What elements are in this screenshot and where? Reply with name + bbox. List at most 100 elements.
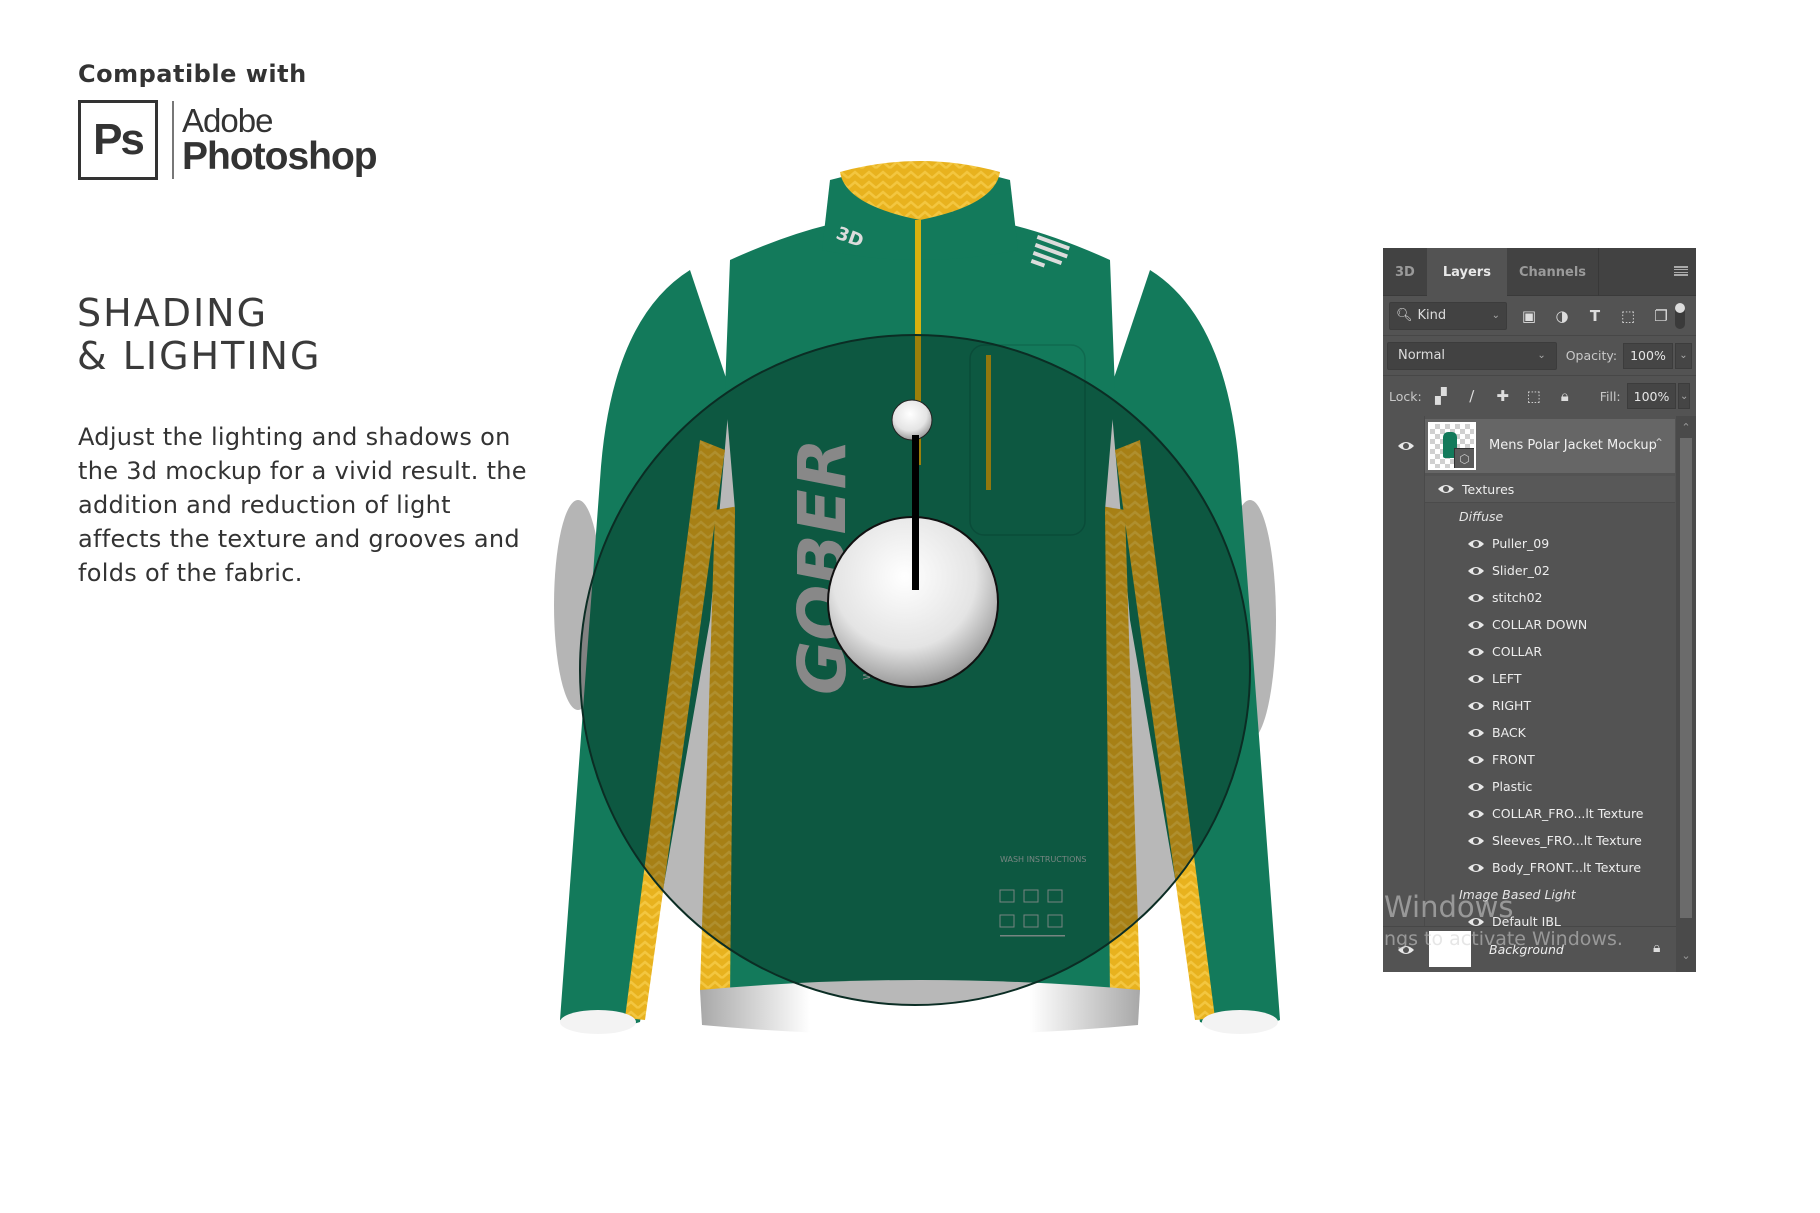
- opacity-input[interactable]: 100%: [1623, 342, 1673, 369]
- layer-list: ⬡ Mens Polar Jacket Mockup ⌃ Textures Di…: [1383, 416, 1696, 972]
- texture-row[interactable]: COLLAR DOWN: [1425, 611, 1675, 638]
- lock-paint-brush-icon[interactable]: ∕: [1463, 387, 1481, 405]
- fill-label: Fill:: [1599, 388, 1621, 404]
- jacket-render: GOBER WWW.GOBERWOO.COM 3D WASH INSTRUCTI…: [554, 161, 1280, 1035]
- visibility-eye-icon[interactable]: [1467, 727, 1485, 739]
- texture-row[interactable]: COLLAR_FRO...lt Texture: [1425, 800, 1675, 827]
- pixel-layer-filter-icon[interactable]: ▣: [1519, 306, 1539, 326]
- tab-layers[interactable]: Layers: [1426, 248, 1507, 296]
- filter-kind-dropdown[interactable]: 🔍︎ Kind ⌄: [1389, 301, 1507, 330]
- opacity-label: Opacity:: [1565, 348, 1618, 363]
- texture-row[interactable]: FRONT: [1425, 746, 1675, 773]
- visibility-eye-icon[interactable]: [1467, 700, 1485, 712]
- layer-list-scrollbar[interactable]: ⌃ ⌄: [1676, 416, 1696, 972]
- panel-menu-icon[interactable]: [1674, 266, 1688, 276]
- shape-layer-filter-icon[interactable]: ⬚: [1618, 306, 1638, 326]
- visibility-eye-icon[interactable]: [1467, 592, 1485, 604]
- tab-3d[interactable]: 3D: [1383, 248, 1427, 296]
- texture-row[interactable]: Puller_09: [1425, 530, 1675, 557]
- background-thumbnail[interactable]: [1429, 931, 1471, 967]
- lock-row: Lock: ▞ ∕ ✚ ⬚ 🔒︎ Fill: 100% ⌄: [1383, 376, 1696, 416]
- tab-channels[interactable]: Channels: [1507, 248, 1600, 296]
- texture-row[interactable]: Sleeves_FRO...lt Texture: [1425, 827, 1675, 854]
- section-heading: SHADING & LIGHTING: [77, 292, 321, 378]
- logo-divider: [172, 101, 174, 179]
- ps-logo-word-photoshop: Photoshop: [182, 135, 378, 178]
- blend-row: Normal ⌄ Opacity: 100% ⌄: [1383, 336, 1696, 376]
- layer-row-background[interactable]: Background 🔒︎: [1383, 926, 1676, 972]
- visibility-eye-icon[interactable]: [1467, 565, 1485, 577]
- visibility-eye-icon[interactable]: [1467, 835, 1485, 847]
- visibility-eye-icon[interactable]: [1437, 483, 1455, 495]
- layer-row-3d[interactable]: ⬡ Mens Polar Jacket Mockup ⌃: [1383, 416, 1696, 476]
- visibility-eye-icon[interactable]: [1467, 673, 1485, 685]
- texture-name: COLLAR: [1492, 644, 1543, 659]
- textures-label: Textures: [1462, 481, 1515, 497]
- texture-name: BACK: [1492, 725, 1526, 740]
- blend-mode-value: Normal: [1398, 348, 1446, 363]
- adjustment-layer-filter-icon[interactable]: ◑: [1552, 306, 1572, 326]
- lock-position-move-icon[interactable]: ✚: [1494, 387, 1512, 405]
- visibility-eye-icon[interactable]: [1467, 538, 1485, 550]
- light-handle-knob[interactable]: [891, 399, 933, 441]
- texture-name: RIGHT: [1492, 698, 1532, 713]
- fill-input[interactable]: 100%: [1626, 383, 1677, 409]
- visibility-eye-icon[interactable]: [1397, 944, 1415, 956]
- heading-line-1: SHADING: [77, 291, 269, 335]
- visibility-eye-icon[interactable]: [1467, 781, 1485, 793]
- visibility-eye-icon[interactable]: [1467, 646, 1485, 658]
- textures-row[interactable]: Textures: [1425, 476, 1675, 503]
- jacket-mockup-viewport[interactable]: GOBER WWW.GOBERWOO.COM 3D WASH INSTRUCTI…: [540, 150, 1300, 1050]
- texture-row[interactable]: Body_FRONT...lt Texture: [1425, 854, 1675, 881]
- photoshop-logo: Ps Adobe Photoshop: [78, 100, 378, 180]
- left-cuff: [560, 1010, 636, 1034]
- filter-toggle-switch[interactable]: [1675, 302, 1685, 329]
- texture-name: Puller_09: [1492, 536, 1550, 551]
- blend-mode-dropdown[interactable]: Normal ⌄: [1387, 341, 1557, 370]
- lock-icons: ▞ ∕ ✚ ⬚ 🔒︎: [1432, 387, 1574, 405]
- visibility-eye-icon[interactable]: [1467, 754, 1485, 766]
- lock-all-icon[interactable]: 🔒︎: [1556, 387, 1574, 405]
- texture-name: LEFT: [1492, 671, 1522, 686]
- texture-row[interactable]: BACK: [1425, 719, 1675, 746]
- texture-row[interactable]: Slider_02: [1425, 557, 1675, 584]
- lock-transparency-icon[interactable]: ▞: [1432, 387, 1450, 405]
- opacity-dropdown-button[interactable]: ⌄: [1674, 342, 1692, 369]
- texture-row[interactable]: LEFT: [1425, 665, 1675, 692]
- diffuse-group-label: Diffuse: [1459, 509, 1504, 524]
- texture-row[interactable]: RIGHT: [1425, 692, 1675, 719]
- scroll-up-icon[interactable]: ⌃: [1676, 416, 1696, 438]
- texture-name: stitch02: [1492, 590, 1543, 605]
- texture-row[interactable]: stitch02: [1425, 584, 1675, 611]
- panel-indent-divider: [1424, 416, 1425, 926]
- visibility-eye-icon[interactable]: [1467, 619, 1485, 631]
- collapse-chevron-icon[interactable]: ⌃: [1654, 436, 1664, 450]
- ibl-group-label: Image Based Light: [1459, 887, 1576, 902]
- compatible-with-label: Compatible with: [78, 60, 307, 88]
- fill-dropdown-button[interactable]: ⌄: [1678, 383, 1690, 409]
- texture-name: FRONT: [1492, 752, 1535, 767]
- scrollbar-thumb[interactable]: [1680, 438, 1692, 918]
- scroll-down-icon[interactable]: ⌄: [1676, 944, 1696, 966]
- texture-row[interactable]: COLLAR: [1425, 638, 1675, 665]
- smart-object-filter-icon[interactable]: ❐: [1651, 306, 1671, 326]
- lock-label: Lock:: [1389, 388, 1422, 404]
- chevron-down-icon: ⌄: [1537, 350, 1546, 361]
- layer-name[interactable]: Mens Polar Jacket Mockup: [1489, 438, 1657, 453]
- layer-filter-icons: ▣ ◑ T ⬚ ❐: [1519, 306, 1671, 326]
- visibility-eye-icon[interactable]: [1467, 862, 1485, 874]
- heading-line-2: & LIGHTING: [77, 334, 322, 378]
- texture-row[interactable]: Plastic: [1425, 773, 1675, 800]
- ps-logo-wordmark: Adobe Photoshop: [182, 104, 378, 178]
- background-layer-name[interactable]: Background: [1489, 942, 1564, 957]
- layer-thumbnail[interactable]: ⬡: [1428, 422, 1476, 470]
- lock-artboard-icon[interactable]: ⬚: [1525, 387, 1543, 405]
- visibility-eye-icon[interactable]: [1397, 440, 1415, 452]
- type-layer-filter-icon[interactable]: T: [1585, 306, 1605, 326]
- texture-name: Body_FRONT...lt Texture: [1492, 860, 1642, 875]
- right-cuff: [1202, 1010, 1278, 1034]
- section-description: Adjust the lighting and shadows on the 3…: [78, 423, 527, 587]
- lock-icon: 🔒︎: [1653, 940, 1661, 956]
- visibility-eye-icon[interactable]: [1467, 808, 1485, 820]
- filter-kind-label: Kind: [1417, 308, 1447, 323]
